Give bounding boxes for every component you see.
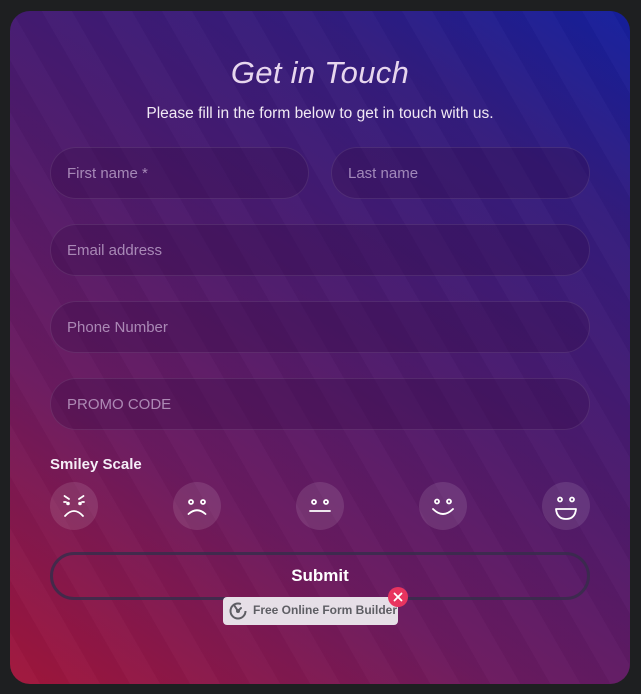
- grin-face-icon: [555, 496, 577, 520]
- smiley-option-neutral[interactable]: [296, 482, 344, 530]
- phone-input[interactable]: [50, 301, 590, 353]
- email-input[interactable]: [50, 224, 590, 276]
- smiley-option-grin[interactable]: [542, 482, 590, 530]
- contact-form-card: Get in Touch Please fill in the form bel…: [10, 11, 630, 684]
- form-builder-badge[interactable]: Free Online Form Builder: [223, 597, 398, 625]
- sad-face-icon: [187, 499, 207, 515]
- angry-face-icon: [63, 495, 85, 517]
- close-icon: [393, 592, 403, 602]
- submit-button[interactable]: Submit: [50, 552, 590, 600]
- neutral-face-icon: [309, 499, 331, 512]
- form-title: Get in Touch: [230, 55, 410, 90]
- smiley-option-smile[interactable]: [419, 482, 467, 530]
- smiley-option-angry[interactable]: [50, 482, 98, 530]
- form-builder-logo-icon: [229, 602, 247, 620]
- promo-code-input[interactable]: [50, 378, 590, 430]
- smiley-option-sad[interactable]: [173, 482, 221, 530]
- last-name-input[interactable]: [331, 147, 590, 199]
- form-subtitle: Please fill in the form below to get in …: [146, 105, 494, 122]
- badge-close-button[interactable]: [388, 587, 408, 607]
- smile-face-icon: [432, 498, 454, 515]
- first-name-input[interactable]: [50, 147, 309, 199]
- form-builder-badge-text: Free Online Form Builder: [253, 603, 398, 617]
- smiley-scale-label: Smiley Scale: [50, 456, 142, 473]
